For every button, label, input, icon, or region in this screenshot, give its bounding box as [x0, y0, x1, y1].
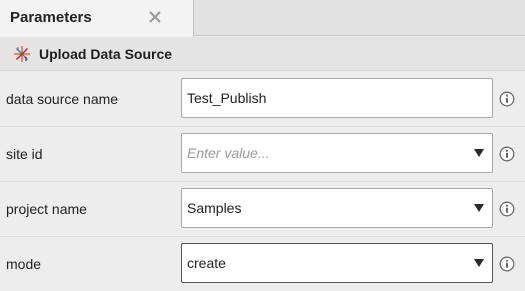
- close-icon[interactable]: [144, 6, 166, 28]
- tab-bar: Parameters: [0, 0, 525, 37]
- section-header: Upload Data Source: [0, 37, 525, 71]
- project-name-dropdown[interactable]: Samples: [181, 188, 493, 228]
- tab-label: Parameters: [10, 9, 92, 26]
- info-icon[interactable]: [499, 256, 515, 272]
- field-label: site id: [6, 146, 43, 162]
- field-placeholder: Enter value...: [187, 145, 270, 161]
- field-label: mode: [6, 256, 42, 272]
- row-mode: mode create: [0, 237, 525, 291]
- data-source-name-input[interactable]: Test_Publish: [181, 78, 493, 118]
- field-label: project name: [6, 201, 87, 217]
- field-value: Samples: [187, 200, 242, 216]
- data-source-icon: [13, 45, 31, 63]
- dropdown-arrow-icon[interactable]: [474, 204, 484, 212]
- field-value: create: [187, 255, 226, 271]
- info-icon[interactable]: [499, 91, 515, 107]
- info-icon[interactable]: [499, 146, 515, 162]
- row-project-name: project name Samples: [0, 182, 525, 237]
- dropdown-arrow-icon[interactable]: [474, 259, 484, 267]
- tab-parameters[interactable]: Parameters: [0, 0, 194, 37]
- row-data-source-name: data source name Test_Publish: [0, 72, 525, 127]
- site-id-dropdown[interactable]: Enter value...: [181, 133, 493, 173]
- parameters-panel: Parameters Upload Data Source data sourc…: [0, 0, 525, 291]
- dropdown-arrow-icon[interactable]: [474, 149, 484, 157]
- section-title: Upload Data Source: [39, 46, 173, 62]
- field-value: Test_Publish: [187, 90, 267, 106]
- row-site-id: site id Enter value...: [0, 127, 525, 182]
- info-icon[interactable]: [499, 201, 515, 217]
- field-label: data source name: [6, 91, 119, 107]
- mode-dropdown[interactable]: create: [181, 243, 493, 283]
